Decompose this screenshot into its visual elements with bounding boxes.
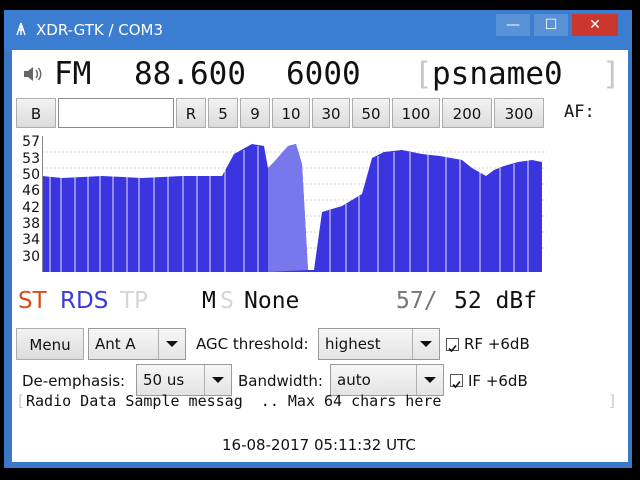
radiotext-bracket-close: ] bbox=[608, 392, 618, 410]
y-tick-53: 53 bbox=[22, 151, 40, 167]
app-window: XDR-GTK / COM3 — ☐ ✕ FM 88.600 6000 [ ps… bbox=[4, 10, 632, 468]
if-6db-checkbox[interactable] bbox=[450, 374, 463, 389]
y-tick-50: 50 bbox=[22, 167, 40, 183]
if-6db-label: IF +6dB bbox=[468, 372, 528, 390]
speaker-icon[interactable] bbox=[22, 64, 44, 84]
y-tick-46: 46 bbox=[22, 183, 40, 199]
maximize-button[interactable]: ☐ bbox=[534, 14, 568, 36]
pi-code: 6000 bbox=[286, 56, 361, 92]
chevron-down-icon bbox=[412, 329, 432, 359]
frequency-display[interactable]: 88.600 bbox=[134, 56, 246, 92]
menu-button[interactable]: Menu bbox=[16, 328, 84, 360]
signal-level: 52 dBf bbox=[454, 288, 538, 314]
y-tick-42: 42 bbox=[22, 200, 40, 216]
radiotext: Radio Data Sample messag .. Max 64 chars… bbox=[26, 392, 442, 410]
rf-6db-label: RF +6dB bbox=[464, 335, 530, 353]
agc-select[interactable]: highest bbox=[318, 328, 440, 360]
bandwidth-label: Bandwidth: bbox=[238, 372, 323, 390]
bandwidth-value: auto bbox=[337, 371, 371, 389]
r-button[interactable]: R bbox=[176, 98, 206, 128]
ps-bracket-close: ] bbox=[602, 56, 621, 92]
close-button[interactable]: ✕ bbox=[572, 14, 618, 36]
antenna-select[interactable]: Ant A bbox=[88, 328, 186, 360]
antenna-value: Ant A bbox=[95, 335, 136, 353]
frequency-input[interactable] bbox=[58, 98, 174, 128]
agc-value: highest bbox=[325, 335, 381, 353]
step-100-button[interactable]: 100 bbox=[392, 98, 440, 128]
signal-max: 57/ bbox=[396, 288, 438, 314]
band-label: FM bbox=[54, 56, 92, 92]
step-200-button[interactable]: 200 bbox=[442, 98, 492, 128]
rf-6db-checkbox[interactable] bbox=[446, 338, 459, 353]
agc-label: AGC threshold: bbox=[196, 335, 309, 353]
y-tick-34: 34 bbox=[22, 232, 40, 248]
music-indicator: M bbox=[202, 288, 216, 314]
window-title: XDR-GTK / COM3 bbox=[36, 21, 164, 39]
chevron-down-icon bbox=[204, 365, 224, 395]
checkmark-icon bbox=[452, 380, 461, 389]
ps-bracket-open: [ bbox=[414, 56, 433, 92]
chevron-down-icon bbox=[416, 365, 436, 395]
af-label: AF: bbox=[564, 102, 595, 122]
y-tick-30: 30 bbox=[22, 249, 40, 265]
step-9-button[interactable]: 9 bbox=[240, 98, 270, 128]
b-button[interactable]: B bbox=[16, 98, 56, 128]
minimize-button[interactable]: — bbox=[496, 14, 530, 36]
speech-indicator: S bbox=[220, 288, 234, 314]
stereo-indicator: ST bbox=[18, 288, 47, 314]
utc-clock: 16-08-2017 05:11:32 UTC bbox=[222, 436, 416, 454]
ps-name: psname0 bbox=[432, 56, 563, 92]
step-5-button[interactable]: 5 bbox=[208, 98, 238, 128]
step-50-button[interactable]: 50 bbox=[352, 98, 390, 128]
antenna-icon bbox=[16, 22, 26, 36]
deemphasis-value: 50 us bbox=[143, 371, 185, 389]
spectrum-fade bbox=[268, 144, 308, 272]
step-300-button[interactable]: 300 bbox=[494, 98, 544, 128]
main-panel: FM 88.600 6000 [ psname0 ] B R 5 9 10 30… bbox=[12, 50, 628, 462]
deemphasis-label: De-emphasis: bbox=[22, 372, 126, 390]
radiotext-bracket-open: [ bbox=[16, 392, 26, 410]
y-tick-57: 57 bbox=[22, 134, 40, 150]
step-10-button[interactable]: 10 bbox=[272, 98, 310, 128]
rds-indicator: RDS bbox=[60, 288, 109, 314]
pty-label: None bbox=[244, 288, 300, 314]
checkmark-icon bbox=[448, 344, 457, 353]
tp-indicator: TP bbox=[120, 288, 148, 314]
step-30-button[interactable]: 30 bbox=[312, 98, 350, 128]
chevron-down-icon bbox=[158, 329, 178, 359]
signal-scan-graph[interactable] bbox=[42, 136, 547, 272]
title-bar[interactable]: XDR-GTK / COM3 — ☐ ✕ bbox=[4, 10, 632, 50]
y-tick-38: 38 bbox=[22, 216, 40, 232]
